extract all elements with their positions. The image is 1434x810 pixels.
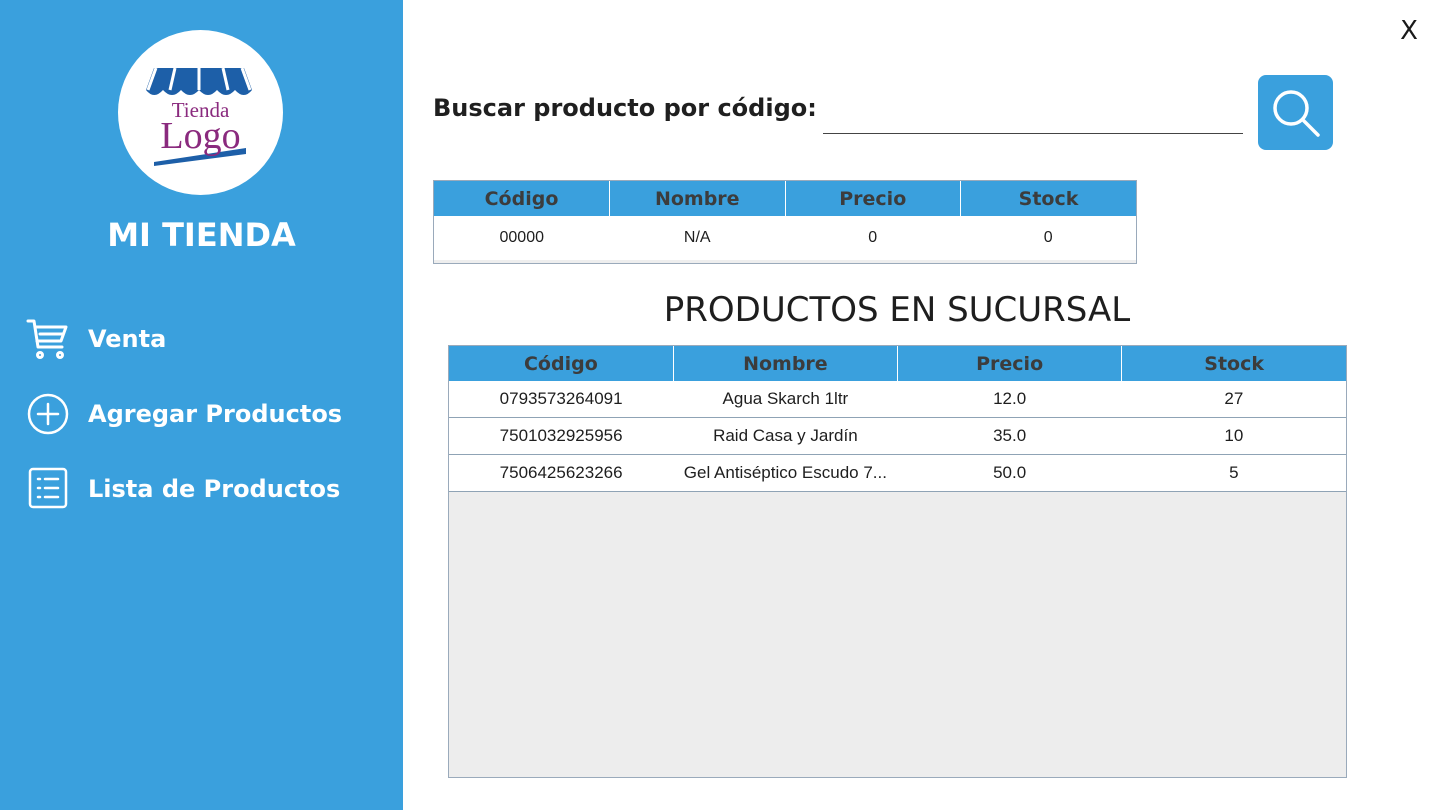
cell-nombre: Gel Antiséptico Escudo 7... [673, 454, 898, 492]
table-row[interactable]: 7501032925956 Raid Casa y Jardín 35.0 10 [449, 417, 1346, 455]
cell-codigo: 7506425623266 [449, 454, 674, 492]
cart-icon [26, 316, 72, 362]
products-table: Código Nombre Precio Stock 0793573264091… [448, 345, 1347, 778]
sidebar-item-label: Agregar Productos [88, 400, 343, 428]
cell-stock: 10 [1121, 417, 1346, 455]
store-name: MI TIENDA [107, 216, 296, 254]
sidebar-item-agregar-productos[interactable]: Agregar Productos [26, 391, 342, 437]
sidebar-item-label: Lista de Productos [88, 475, 341, 503]
search-input[interactable] [823, 100, 1243, 134]
table-row[interactable]: 0793573264091 Agua Skarch 1ltr 12.0 27 [449, 381, 1346, 418]
cell-precio: 50.0 [897, 454, 1122, 492]
sidebar-item-lista-de-productos[interactable]: Lista de Productos [26, 466, 340, 512]
column-header-precio[interactable]: Precio [897, 346, 1123, 381]
section-title: PRODUCTOS EN SUCURSAL [663, 290, 1131, 330]
table-row[interactable]: 7506425623266 Gel Antiséptico Escudo 7..… [449, 454, 1346, 492]
cell-nombre: Agua Skarch 1ltr [673, 381, 898, 418]
plus-circle-icon [26, 391, 72, 437]
cell-codigo: 0793573264091 [449, 381, 674, 418]
list-icon [26, 466, 72, 512]
close-button[interactable]: X [1394, 16, 1424, 50]
table-header-row: Código Nombre Precio Stock [449, 346, 1346, 381]
sidebar: Tienda Logo MI TIENDA Venta Agregar Prod… [0, 0, 403, 810]
sidebar-item-label: Venta [88, 325, 167, 353]
column-header-codigo[interactable]: Código [449, 346, 674, 381]
cell-precio: 35.0 [897, 417, 1122, 455]
search-icon [1272, 89, 1320, 137]
cell-precio: 12.0 [897, 381, 1122, 418]
cell-codigo: 00000 [434, 216, 610, 260]
cell-stock: 0 [960, 216, 1136, 260]
cell-stock: 5 [1121, 454, 1346, 492]
cell-nombre: N/A [609, 216, 785, 260]
logo-text-line2: Logo [160, 115, 241, 157]
column-header-stock[interactable]: Stock [1121, 346, 1346, 381]
column-header-stock[interactable]: Stock [960, 181, 1136, 216]
column-header-codigo[interactable]: Código [434, 181, 610, 216]
search-label: Buscar producto por código: [433, 94, 817, 122]
column-header-nombre[interactable]: Nombre [673, 346, 899, 381]
store-logo: Tienda Logo [118, 30, 283, 195]
table-header-row: Código Nombre Precio Stock [434, 181, 1136, 216]
sidebar-item-venta[interactable]: Venta [26, 316, 166, 362]
cell-nombre: Raid Casa y Jardín [673, 417, 898, 455]
search-button[interactable] [1258, 75, 1333, 150]
cell-codigo: 7501032925956 [449, 417, 674, 455]
cell-stock: 27 [1121, 381, 1346, 418]
search-result-table: Código Nombre Precio Stock 00000 N/A 0 0 [433, 180, 1137, 264]
cell-precio: 0 [785, 216, 961, 260]
column-header-nombre[interactable]: Nombre [609, 181, 786, 216]
column-header-precio[interactable]: Precio [785, 181, 961, 216]
table-row[interactable]: 00000 N/A 0 0 [434, 216, 1136, 260]
